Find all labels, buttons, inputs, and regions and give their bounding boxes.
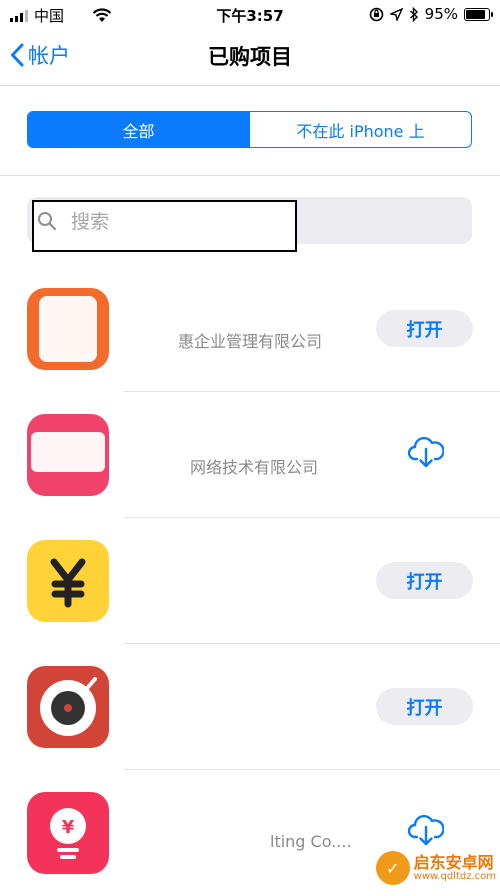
app-developer: lting Co.... xyxy=(270,832,352,851)
status-bar: 中国 下午3:57 95% xyxy=(0,0,500,28)
download-cloud-icon[interactable] xyxy=(408,435,444,469)
status-right: 95% xyxy=(369,5,493,23)
open-button[interactable]: 打开 xyxy=(376,562,473,599)
location-icon xyxy=(389,7,403,21)
yuan-icon xyxy=(50,558,86,608)
open-button[interactable]: 打开 xyxy=(376,310,473,347)
battery-fill xyxy=(466,9,485,19)
record-player-icon xyxy=(40,677,97,736)
app-icon xyxy=(27,414,109,496)
search-icon xyxy=(38,212,57,231)
battery-icon xyxy=(464,7,493,21)
navigation-bar: 帐户 已购项目 xyxy=(0,28,500,86)
segment-not-on-device[interactable]: 不在此 iPhone 上 xyxy=(249,112,471,147)
app-icon: ¥ xyxy=(27,792,109,874)
search-input[interactable] xyxy=(69,208,473,235)
watermark-logo: ✓ xyxy=(375,851,410,885)
app-icon xyxy=(27,666,109,748)
orientation-lock-icon xyxy=(369,7,383,21)
watermark-title: 启东安卓网 xyxy=(413,852,494,872)
app-developer: 惠企业管理有限公司 xyxy=(178,332,323,351)
segment-all[interactable]: 全部 xyxy=(28,112,249,147)
download-cloud-icon[interactable] xyxy=(408,813,444,847)
chevron-left-icon xyxy=(11,43,24,67)
open-button[interactable]: 打开 xyxy=(376,688,473,725)
divider xyxy=(0,175,500,176)
bluetooth-icon xyxy=(409,6,418,22)
watermark: ✓ 启东安卓网 www.qdltdz.com xyxy=(375,851,496,885)
back-button[interactable]: 帐户 xyxy=(10,40,70,70)
svg-text:¥: ¥ xyxy=(62,817,75,838)
app-developer: 网络技术有限公司 xyxy=(190,458,319,477)
back-label: 帐户 xyxy=(28,44,70,68)
app-icon xyxy=(27,288,109,370)
segmented-control: 全部 不在此 iPhone 上 xyxy=(27,111,472,148)
list-item[interactable]: 打开 xyxy=(0,518,500,644)
watermark-url: www.qdltdz.com xyxy=(413,871,496,883)
list-item[interactable]: 惠企业管理有限公司 打开 xyxy=(0,266,500,392)
list-item[interactable]: 打开 xyxy=(0,644,500,770)
app-icon xyxy=(27,540,109,622)
page-title: 已购项目 xyxy=(208,45,292,69)
search-bar xyxy=(27,197,473,252)
battery-percent: 95% xyxy=(424,5,458,23)
coin-bulb-icon: ¥ xyxy=(50,808,86,859)
list-item[interactable]: 网络技术有限公司 xyxy=(0,392,500,518)
